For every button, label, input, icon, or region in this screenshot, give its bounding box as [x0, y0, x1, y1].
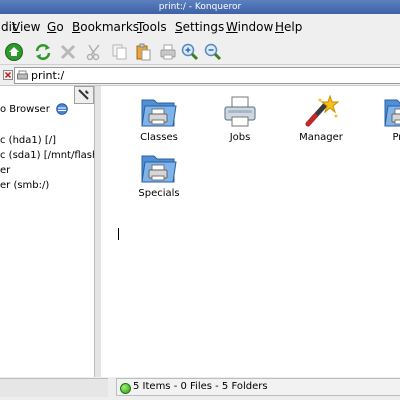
- menu-help[interactable]: Help: [275, 20, 302, 34]
- sidebar-item-network-browser[interactable]: o Browser: [0, 103, 68, 115]
- location-bar: print:/: [0, 65, 400, 86]
- menu-settings[interactable]: Settings: [175, 20, 224, 34]
- menu-window[interactable]: Window: [226, 20, 273, 34]
- text-cursor: [118, 228, 119, 240]
- menu-bookmarks-label: ookmarks: [80, 20, 140, 34]
- menu-bar: dit View Go Bookmarks Tools Settings Win…: [0, 14, 400, 41]
- file-item-label: Prin: [392, 132, 400, 143]
- window-title: print:/ - Konqueror: [158, 2, 242, 12]
- sidebar-item-smb[interactable]: er (smb:/): [0, 180, 49, 191]
- magic-wand-icon: [305, 94, 340, 127]
- file-item-specials[interactable]: Specials: [124, 150, 194, 199]
- menu-window-label: indow: [237, 20, 274, 34]
- menu-view-label: iew: [19, 20, 41, 34]
- printer-folder-icon: [384, 99, 400, 127]
- file-view: Classes Jobs Manager Prin: [101, 86, 400, 377]
- sidebar-status-bar: [0, 378, 108, 397]
- sidebar-item-label: o Browser: [0, 104, 50, 115]
- sidebar-item-printer[interactable]: er: [0, 165, 10, 176]
- sidebar-item-hda1[interactable]: c (hda1) [/]: [0, 135, 56, 146]
- sidebar-item-label: er (smb:/): [0, 180, 50, 191]
- paste-icon[interactable]: [133, 42, 153, 62]
- sidebar-item-label: c (hda1) [/]: [0, 135, 57, 146]
- sidebar-item-label: c (sda1) [/mnt/flash]: [0, 150, 94, 161]
- location-input[interactable]: print:/: [14, 67, 400, 84]
- status-bar: 5 Items - 0 Files - 5 Folders: [116, 378, 400, 396]
- menu-help-label: elp: [284, 20, 303, 34]
- home-icon[interactable]: [4, 42, 24, 62]
- reload-icon[interactable]: [33, 42, 53, 62]
- status-text: 5 Items - 0 Files - 5 Folders: [133, 381, 268, 392]
- zoom-out-icon[interactable]: [203, 42, 223, 62]
- sidebar-item-label: er: [0, 165, 11, 176]
- network-globe-icon: [56, 103, 68, 115]
- copy-icon[interactable]: [109, 42, 129, 62]
- menu-bookmarks-mnemonic: B: [72, 20, 81, 34]
- printer-folder-icon: [141, 99, 177, 127]
- toolbar: [0, 40, 400, 65]
- status-indicator-icon: [120, 383, 131, 394]
- printer-folder-icon: [141, 155, 177, 183]
- sidebar-config-icon[interactable]: [74, 86, 94, 104]
- stop-icon[interactable]: [58, 42, 78, 62]
- zoom-in-icon[interactable]: [180, 42, 200, 62]
- menu-view[interactable]: View: [12, 20, 40, 34]
- menu-window-mnemonic: W: [226, 20, 238, 34]
- menu-settings-mnemonic: S: [175, 20, 183, 34]
- menu-go-label: o: [56, 20, 64, 34]
- file-item-label: Manager: [299, 132, 343, 143]
- menu-bookmarks[interactable]: Bookmarks: [72, 20, 139, 34]
- file-item-manager[interactable]: Manager: [286, 94, 356, 143]
- menu-settings-label: ettings: [182, 20, 225, 34]
- printer-icon: [224, 96, 256, 127]
- file-item-label: Specials: [138, 188, 180, 199]
- sidebar: o Browser c (hda1) [/] c (sda1) [/mnt/fl…: [0, 86, 94, 377]
- menu-go[interactable]: Go: [47, 20, 64, 34]
- file-item-classes[interactable]: Classes: [124, 94, 194, 143]
- file-item-jobs[interactable]: Jobs: [205, 94, 275, 143]
- file-item-label: Jobs: [229, 132, 251, 143]
- menu-tools-label: ools: [142, 20, 167, 34]
- menu-tools[interactable]: Tools: [137, 20, 167, 34]
- file-item-label: Classes: [140, 132, 178, 143]
- sidebar-item-sda1[interactable]: c (sda1) [/mnt/flash]: [0, 150, 94, 161]
- menu-go-mnemonic: G: [47, 20, 57, 34]
- clear-location-icon[interactable]: [3, 70, 13, 80]
- menu-help-mnemonic: H: [275, 20, 285, 34]
- title-bar: print:/ - Konqueror: [0, 0, 400, 14]
- print-icon[interactable]: [158, 42, 178, 62]
- location-printer-icon: [17, 70, 28, 80]
- menu-view-mnemonic: V: [12, 20, 20, 34]
- location-text: print:/: [31, 69, 65, 82]
- cut-icon[interactable]: [84, 42, 104, 62]
- file-item-printers[interactable]: Prin: [367, 94, 400, 143]
